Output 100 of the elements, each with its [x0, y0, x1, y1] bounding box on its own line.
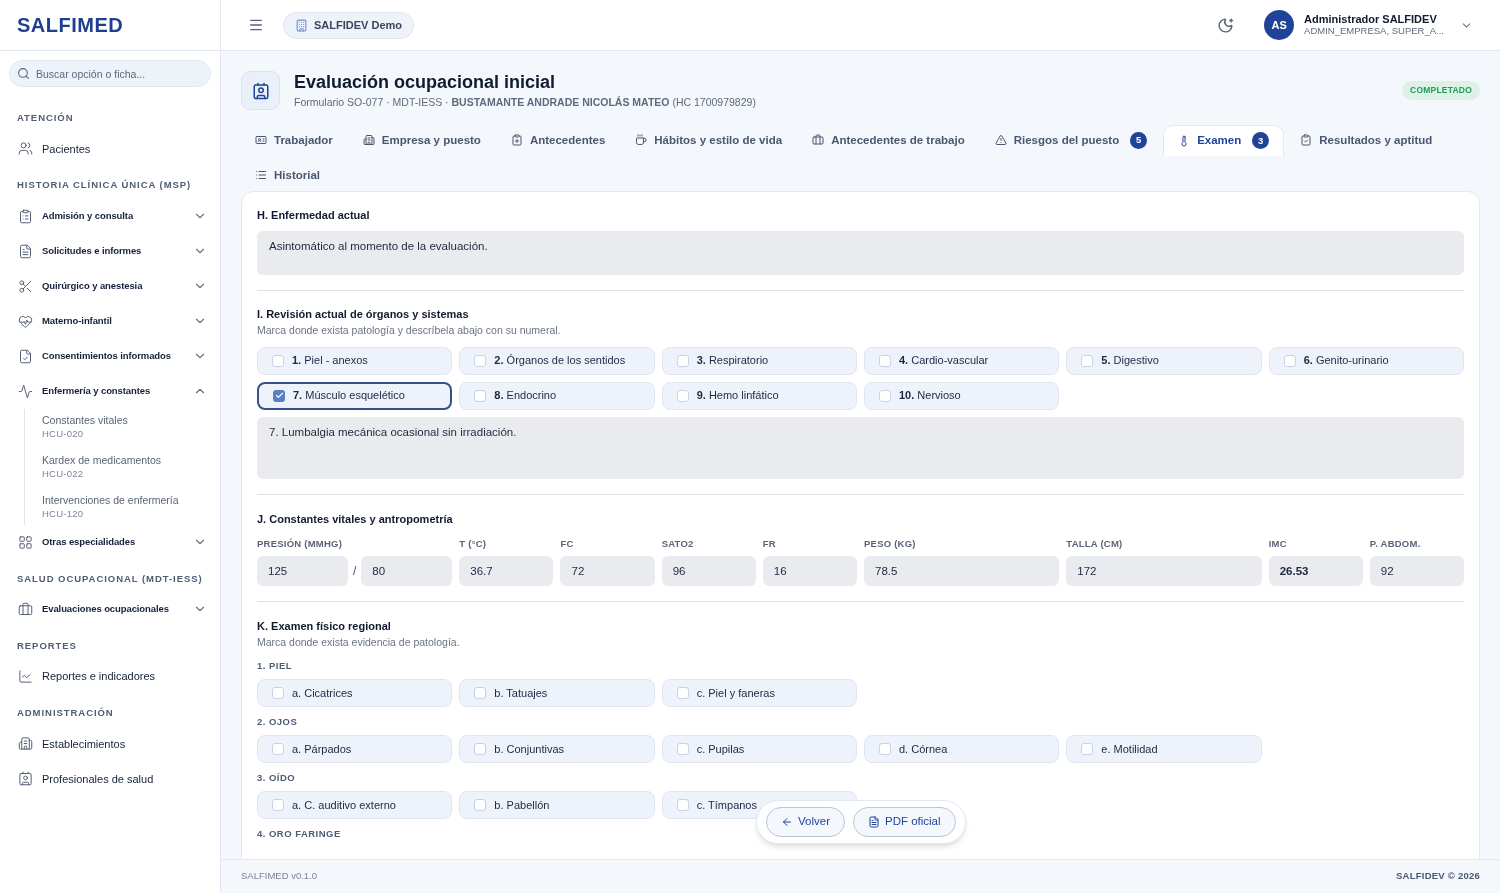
checkbox-option[interactable]: c. Piel y faneras [661, 678, 857, 707]
nav-subitem[interactable]: Intervenciones de enfermería HCU-120 [42, 492, 211, 521]
checkbox[interactable] [676, 799, 689, 812]
checkbox-option[interactable]: 3. Respiratorio [661, 346, 857, 375]
checkbox[interactable] [879, 743, 891, 755]
nav-item[interactable]: Materno-infantil [9, 303, 211, 339]
checkbox[interactable] [474, 686, 487, 699]
input-field[interactable]: 80 [361, 556, 453, 587]
menu-icon[interactable] [248, 17, 264, 33]
checkbox-option[interactable]: b. Pabellón [459, 791, 655, 820]
nav-item[interactable]: Enfermería y constantes [9, 373, 211, 409]
checkbox-option[interactable]: e. Motilidad [1066, 735, 1262, 763]
nav-item[interactable]: Otras especialidades [9, 524, 211, 560]
nav-subitem[interactable]: Kardex de medicamentos HCU-022 [42, 452, 211, 481]
tab[interactable]: Empresa y puesto [348, 124, 495, 156]
checkbox[interactable] [272, 686, 284, 699]
nav-item[interactable]: Quirúrgico y anestesia [9, 268, 211, 304]
search-field[interactable]: Buscar opción o ficha... [9, 60, 211, 87]
option-label: 3. Respiratorio [696, 353, 769, 369]
tab[interactable]: Antecedentes [496, 124, 620, 156]
organization-chip[interactable]: SALFIDEV Demo [283, 11, 414, 39]
nav-subitem[interactable]: Constantes vitales HCU-020 [42, 412, 211, 441]
checkbox[interactable] [676, 686, 689, 699]
nav-label: Otras especialidades [42, 534, 137, 549]
nav-item[interactable]: Profesionales de salud [9, 761, 211, 797]
checkbox-option[interactable]: a. Párpados [257, 735, 453, 763]
checkbox-option[interactable]: 9. Hemo linfático [661, 381, 857, 410]
checkbox[interactable] [474, 389, 487, 402]
pdf-button[interactable]: PDF oficial [852, 807, 956, 837]
input-field[interactable]: 172 [1066, 556, 1262, 587]
checkbox-option[interactable]: 7. Músculo esquelético [257, 381, 453, 410]
checkbox-option[interactable]: 4. Cardio-vascular [864, 346, 1060, 375]
checkbox[interactable] [676, 354, 689, 367]
tab[interactable]: Riesgos del puesto 5 [980, 124, 1162, 156]
nav-item[interactable]: Reportes e indicadores [9, 659, 211, 694]
nav-item[interactable]: Consentimientos informados [9, 338, 211, 374]
checkbox[interactable] [272, 743, 284, 755]
count-badge: 3 [1252, 132, 1270, 150]
nav-item[interactable]: Solicitudes e informes [9, 233, 211, 269]
tab[interactable]: Historial [241, 159, 334, 191]
group-title: 3. OÍDO [257, 771, 297, 785]
checkbox[interactable] [474, 743, 487, 755]
avatar[interactable]: AS [1264, 10, 1295, 40]
checkbox-option[interactable]: d. Córnea [864, 735, 1060, 763]
checkbox[interactable] [273, 389, 285, 402]
tab[interactable]: Resultados y aptitud [1286, 124, 1447, 156]
nav-item[interactable]: Pacientes [9, 131, 211, 167]
tab[interactable]: Hábitos y estilo de vida [621, 124, 797, 156]
checkbox-option[interactable]: 6. Genito-urinario [1268, 346, 1464, 375]
checkbox[interactable] [272, 799, 284, 812]
checkbox-option[interactable]: 2. Órganos de los sentidos [459, 346, 655, 375]
nav-item[interactable]: Establecimientos [9, 726, 211, 762]
input-field[interactable]: 96 [661, 556, 756, 587]
checkbox[interactable] [879, 389, 891, 402]
checkbox[interactable] [676, 743, 689, 755]
organization-name: SALFIDEV Demo [314, 17, 402, 33]
brand-logo[interactable]: SALFIMED [17, 10, 124, 40]
nav-label: Reportes e indicadores [42, 669, 157, 685]
tab[interactable]: Examen 3 [1163, 124, 1285, 156]
option-label: 2. Órganos de los sentidos [494, 353, 626, 369]
input-field[interactable]: 92 [1369, 556, 1464, 587]
input-field[interactable]: 16 [762, 556, 857, 587]
moon-icon[interactable] [1217, 16, 1235, 34]
tab[interactable]: Antecedentes de trabajo [798, 124, 979, 156]
input-field[interactable]: 78.5 [864, 556, 1060, 587]
option-label: d. Córnea [899, 741, 948, 757]
checkbox-option[interactable]: 8. Endocrino [459, 381, 655, 410]
nav-label: Evaluaciones ocupacionales [42, 602, 170, 617]
checkbox[interactable] [272, 354, 284, 367]
checkbox[interactable] [474, 799, 487, 812]
input-field[interactable]: 125 [257, 556, 348, 587]
checkbox-option[interactable]: b. Tatuajes [459, 678, 655, 707]
checkbox[interactable] [676, 389, 689, 402]
nav-item[interactable]: Evaluaciones ocupacionales [9, 591, 211, 627]
field-label: PESO (KG) [864, 537, 917, 551]
field-label: P. ABDOM. [1369, 537, 1422, 551]
nav-item[interactable]: Admisión y consulta [9, 198, 211, 234]
checkbox-option[interactable]: 10. Nervioso [864, 381, 1060, 410]
checkbox-option[interactable]: a. Cicatrices [257, 678, 453, 707]
checkbox[interactable] [1081, 354, 1094, 367]
input-field[interactable]: 72 [560, 556, 655, 587]
user-name: Administrador SALFIDEV [1304, 13, 1438, 25]
checkbox-option[interactable]: b. Conjuntivas [459, 735, 655, 763]
checkbox-option[interactable]: 5. Digestivo [1066, 346, 1262, 375]
input-field[interactable]: 26.53 [1268, 556, 1363, 587]
checkbox-option[interactable]: a. C. auditivo externo [257, 791, 453, 820]
page-subtitle: Formulario SO-077 · MDT-IESS · BUSTAMANTE ANDRADE NICOLÁS MATEO (HC 1700979829) [294, 95, 757, 110]
back-button[interactable]: Volver [766, 807, 845, 837]
scissors-icon [18, 278, 33, 294]
text-area[interactable]: 7. Lumbalgia mecánica ocasional sin irradiación. [257, 416, 1464, 479]
checkbox-option[interactable]: c. Pupilas [661, 735, 857, 763]
checkbox[interactable] [474, 354, 487, 367]
checkbox-option[interactable]: 1. Piel - anexos [257, 346, 453, 375]
checkbox[interactable] [1081, 743, 1094, 755]
text-area[interactable]: Asintomático al momento de la evaluación. [257, 231, 1464, 276]
tab[interactable]: Trabajador [241, 124, 347, 156]
nav-heading: HISTORIA CLÍNICA ÚNICA (MSP) [16, 178, 193, 193]
checkbox[interactable] [879, 354, 891, 367]
input-field[interactable]: 36.7 [459, 556, 554, 587]
checkbox[interactable] [1283, 354, 1296, 367]
